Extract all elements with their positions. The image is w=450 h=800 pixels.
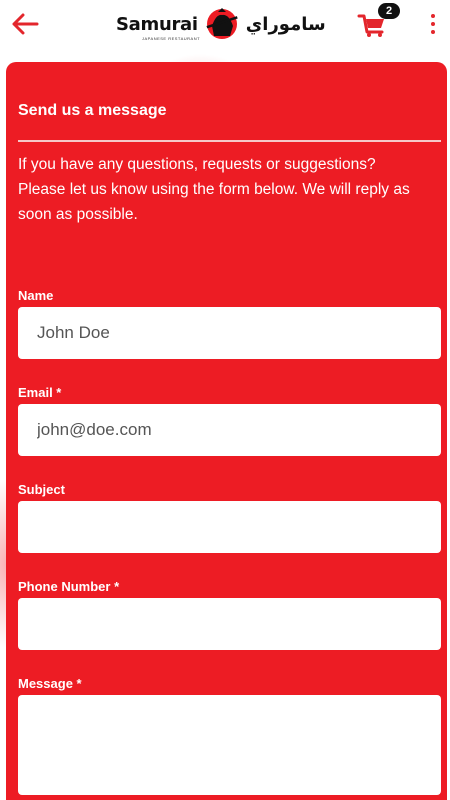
more-vertical-icon bbox=[431, 14, 435, 18]
subject-label: Subject bbox=[18, 482, 65, 497]
logo-text-arabic: ساموراي bbox=[245, 13, 326, 35]
name-label: Name bbox=[18, 288, 54, 303]
brand-logo[interactable]: Samurai ساموراي JAPANESE RESTAURANT bbox=[116, 6, 346, 42]
title-divider bbox=[18, 140, 441, 142]
arrow-left-icon bbox=[12, 13, 39, 35]
message-textarea[interactable] bbox=[18, 695, 441, 795]
more-options-button[interactable] bbox=[424, 12, 442, 36]
logo-subtitle: JAPANESE RESTAURANT bbox=[142, 36, 201, 41]
message-label: Message * bbox=[18, 676, 82, 691]
phone-label: Phone Number * bbox=[18, 579, 120, 594]
name-input[interactable] bbox=[18, 307, 441, 359]
email-input[interactable] bbox=[18, 404, 441, 456]
phone-input[interactable] bbox=[18, 598, 441, 650]
logo-text-english: Samurai bbox=[116, 13, 198, 35]
back-button[interactable] bbox=[8, 9, 42, 39]
top-bar: Samurai ساموراي JAPANESE RESTAURANT 2 bbox=[0, 0, 450, 48]
samurai-emblem-icon bbox=[206, 8, 238, 39]
form-title: Send us a message bbox=[18, 102, 167, 119]
cart-count-badge: 2 bbox=[378, 3, 400, 19]
email-label: Email * bbox=[18, 385, 62, 400]
form-intro-text: If you have any questions, requests or s… bbox=[18, 156, 410, 223]
contact-form-card: Send us a message If you have any questi… bbox=[6, 62, 447, 800]
subject-input[interactable] bbox=[18, 501, 441, 553]
